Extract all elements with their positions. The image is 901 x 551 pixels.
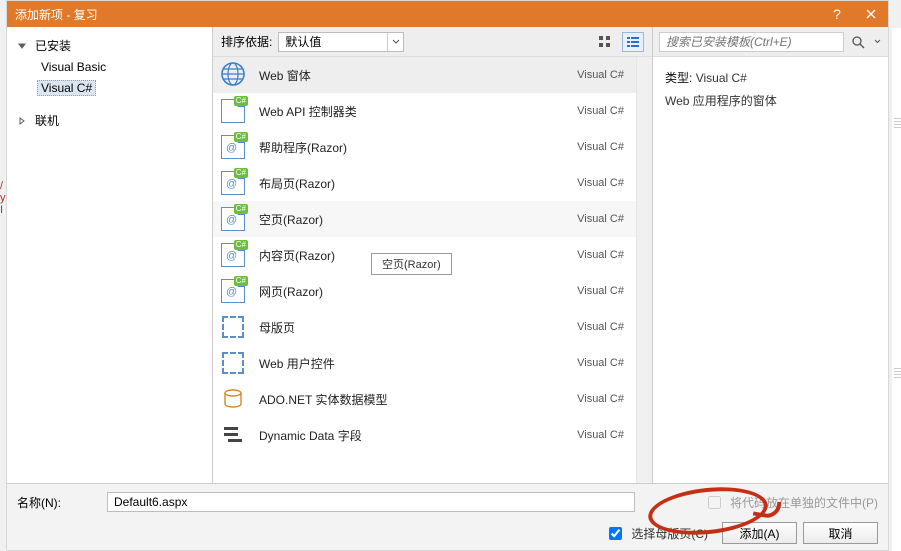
template-name: Web 用户控件 (259, 355, 565, 372)
caret-down-icon (17, 41, 27, 51)
sort-toolbar: 排序依据: 默认值 (213, 27, 652, 57)
detail-type: 类型: Visual C# (665, 67, 876, 90)
sort-value: 默认值 (279, 33, 387, 50)
template-row[interactable]: C# Web API 控制器类 Visual C# (213, 93, 636, 129)
template-name: 母版页 (259, 319, 565, 336)
template-list[interactable]: Web 窗体Visual C#C#Web API 控制器类Visual C#C#… (213, 57, 636, 483)
close-button[interactable] (854, 1, 888, 27)
tree-item-vb[interactable]: Visual Basic (13, 58, 206, 76)
chevron-down-icon (387, 33, 403, 51)
view-list-button[interactable] (622, 32, 644, 52)
template-icon (219, 421, 247, 449)
template-panel: 排序依据: 默认值 Web 窗体 Visual C# C# Web API 控制器类 V… (213, 27, 653, 483)
category-tree: 已安装 Visual Basic Visual C# 联机 (7, 27, 213, 483)
checkbox-input[interactable] (609, 527, 622, 540)
tree-online[interactable]: 联机 (13, 110, 206, 131)
checkbox-select-masterpage[interactable]: 选择母版页(C) (605, 524, 708, 543)
sort-label: 排序依据: (221, 33, 272, 50)
tree-label: Visual Basic (37, 60, 110, 74)
template-lang: Visual C# (577, 177, 624, 189)
view-medium-icons-button[interactable] (594, 32, 616, 52)
tree-item-csharp[interactable]: Visual C# (13, 78, 206, 98)
dialog-footer: 名称(N): 将代码放在单独的文件中(P) 选择母版页(C) 添加(A) 取消 (7, 483, 888, 550)
template-icon: C#@ (219, 133, 247, 161)
template-lang: Visual C# (577, 393, 624, 405)
template-row[interactable]: Dynamic Data 字段 Visual C# (213, 417, 636, 453)
add-new-item-dialog: 添加新项 - 复习 ? 已安装 Visual Basic Visual C# (6, 0, 889, 551)
template-row[interactable]: ADO.NET 实体数据模型 Visual C# (213, 381, 636, 417)
template-lang: Visual C# (577, 285, 624, 297)
template-row[interactable]: 母版页 Visual C# (213, 309, 636, 345)
sort-combo[interactable]: 默认值 (278, 32, 404, 52)
search-input[interactable] (659, 32, 844, 52)
template-lang: Visual C# (577, 249, 624, 261)
name-label: 名称(N): (17, 494, 97, 511)
template-name: Web API 控制器类 (259, 103, 565, 120)
template-lang: Visual C# (577, 321, 624, 333)
template-name: 帮助程序(Razor) (259, 139, 565, 156)
editor-gutter (892, 28, 901, 551)
template-row[interactable]: Web 窗体 Visual C# (213, 57, 636, 93)
line-marker: /yI (0, 180, 6, 216)
template-name: 空页(Razor) (259, 211, 565, 228)
template-lang: Visual C# (577, 141, 624, 153)
template-icon: C# (219, 97, 247, 125)
search-icon[interactable] (848, 35, 868, 49)
template-name: Dynamic Data 字段 (259, 427, 565, 444)
add-button[interactable]: 添加(A) (722, 522, 797, 544)
detail-description: Web 应用程序的窗体 (665, 90, 876, 113)
template-name: 内容页(Razor) (259, 247, 565, 264)
name-input[interactable] (107, 492, 635, 512)
template-name: Web 窗体 (259, 67, 565, 84)
template-name: 网页(Razor) (259, 283, 565, 300)
template-icon: C#@ (219, 241, 247, 269)
checkbox-label: 选择母版页(C) (631, 525, 708, 542)
template-row[interactable]: C#@ 网页(Razor) Visual C# (213, 273, 636, 309)
window-title: 添加新项 - 复习 (15, 6, 820, 23)
search-dropdown-icon[interactable] (872, 39, 882, 44)
titlebar: 添加新项 - 复习 ? (7, 1, 888, 27)
cancel-button[interactable]: 取消 (803, 522, 878, 544)
tree-label: 已安装 (31, 37, 75, 54)
scrollbar[interactable] (636, 57, 652, 483)
template-name: ADO.NET 实体数据模型 (259, 391, 565, 408)
search-bar (653, 27, 888, 57)
template-row[interactable]: C#@ 帮助程序(Razor) Visual C# (213, 129, 636, 165)
tree-installed[interactable]: 已安装 (13, 35, 206, 56)
checkbox-label: 将代码放在单独的文件中(P) (730, 494, 878, 511)
template-icon (219, 61, 247, 89)
template-lang: Visual C# (577, 105, 624, 117)
template-row[interactable]: C#@ 空页(Razor) Visual C# (213, 201, 636, 237)
tree-label: Visual C# (37, 80, 96, 96)
template-name: 布局页(Razor) (259, 175, 565, 192)
template-icon: C#@ (219, 169, 247, 197)
template-icon: C#@ (219, 205, 247, 233)
template-row[interactable]: C#@ 内容页(Razor) Visual C# (213, 237, 636, 273)
checkbox-separate-file[interactable]: 将代码放在单独的文件中(P) (704, 493, 878, 512)
template-icon (219, 349, 247, 377)
template-lang: Visual C# (577, 69, 624, 81)
help-button[interactable]: ? (820, 1, 854, 27)
checkbox-input[interactable] (708, 496, 721, 509)
template-row[interactable]: Web 用户控件 Visual C# (213, 345, 636, 381)
template-icon: C#@ (219, 277, 247, 305)
tree-label: 联机 (31, 112, 63, 129)
template-row[interactable]: C#@ 布局页(Razor) Visual C# (213, 165, 636, 201)
template-lang: Visual C# (577, 213, 624, 225)
detail-panel: 类型: Visual C# Web 应用程序的窗体 (653, 27, 888, 483)
template-icon (219, 313, 247, 341)
caret-right-icon (17, 116, 27, 126)
template-lang: Visual C# (577, 429, 624, 441)
template-lang: Visual C# (577, 357, 624, 369)
template-icon (219, 385, 247, 413)
